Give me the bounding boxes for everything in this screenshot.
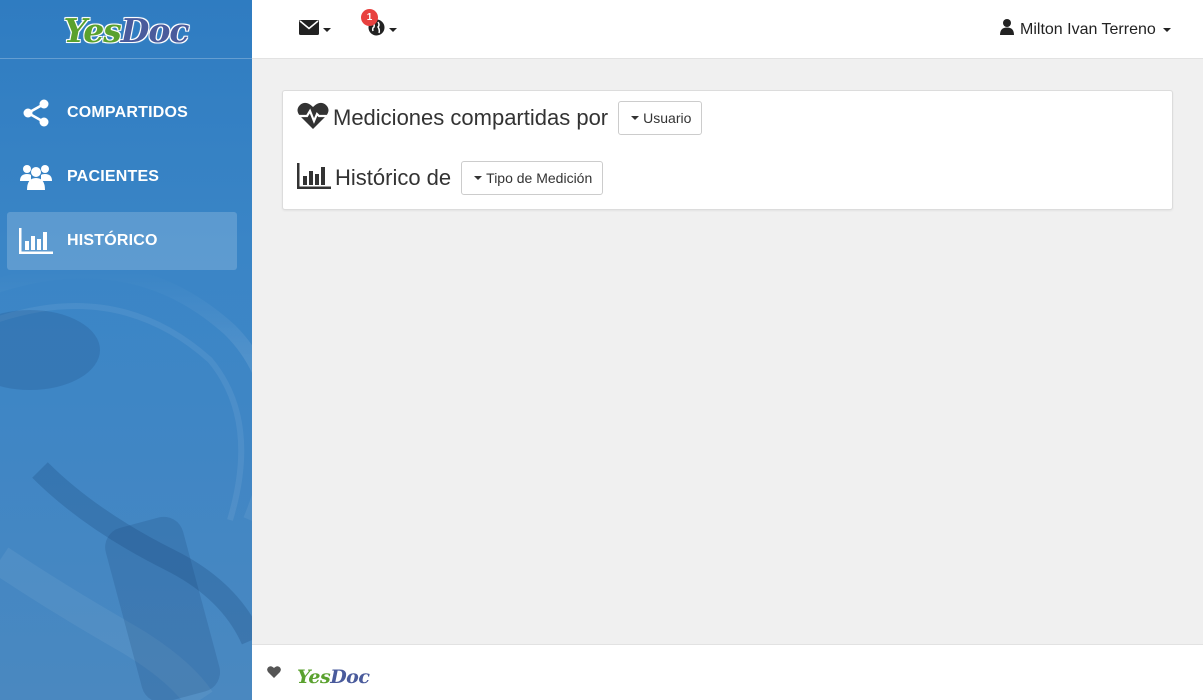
envelope-icon — [299, 19, 319, 40]
footer-logo-yes-text: Yes — [297, 666, 331, 688]
chevron-down-icon — [474, 176, 483, 180]
heartbeat-icon — [297, 102, 329, 135]
footer: YesDoc — [252, 644, 1203, 700]
user-name: Milton Ivan Terreno — [1020, 20, 1156, 38]
logo-yes-text: Yes — [63, 10, 122, 50]
user-icon — [1000, 19, 1014, 40]
messages-dropdown-button[interactable] — [299, 0, 331, 59]
sidebar-nav: COMPARTIDOS PACIENTES HISTÓRICO — [7, 84, 237, 276]
sidebar-item-label: PACIENTES — [67, 168, 160, 185]
shared-measurements-row: Mediciones compartidas por Usuario — [297, 101, 703, 135]
top-navbar: 1 Milton Ivan Terreno — [252, 0, 1203, 59]
chevron-down-icon — [631, 116, 640, 120]
sidebar-item-pacientes[interactable]: PACIENTES — [7, 148, 237, 206]
notification-badge: 1 — [361, 9, 378, 26]
sidebar-item-historico[interactable]: HISTÓRICO — [7, 212, 237, 270]
footer-logo-doc-text: Doc — [330, 666, 370, 688]
footer-logo[interactable]: YesDoc — [297, 666, 370, 688]
chevron-down-icon — [389, 27, 397, 32]
share-icon — [7, 99, 67, 127]
history-title: Histórico de — [335, 165, 452, 190]
tipo-medicion-dropdown-button[interactable]: Tipo de Medición — [461, 161, 604, 195]
dropdown-label: Tipo de Medición — [486, 170, 593, 186]
shared-measurements-title: Mediciones compartidas por — [333, 105, 609, 130]
chevron-down-icon — [1162, 27, 1171, 32]
logo-doc-text: Doc — [120, 10, 190, 50]
bar-chart-icon — [297, 162, 331, 194]
brand-header[interactable]: YesDoc — [0, 0, 252, 59]
users-icon — [7, 163, 67, 191]
chevron-down-icon — [323, 27, 331, 32]
bar-chart-icon — [7, 228, 67, 254]
dropdown-label: Usuario — [643, 110, 692, 126]
history-row: Histórico de Tipo de Medición — [297, 161, 604, 195]
sidebar: YesDoc COMPARTIDOS PACIENTES HISTÓRICO — [0, 0, 252, 700]
sidebar-item-compartidos[interactable]: COMPARTIDOS — [7, 84, 237, 142]
heart-icon — [267, 665, 281, 683]
sidebar-item-label: COMPARTIDOS — [67, 104, 189, 121]
brand-logo[interactable]: YesDoc — [63, 10, 190, 50]
filters-panel: Mediciones compartidas por Usuario Histó… — [282, 90, 1173, 210]
user-menu-button[interactable]: Milton Ivan Terreno — [1000, 0, 1171, 59]
usuario-dropdown-button[interactable]: Usuario — [618, 101, 703, 135]
sidebar-item-label: HISTÓRICO — [67, 232, 158, 249]
